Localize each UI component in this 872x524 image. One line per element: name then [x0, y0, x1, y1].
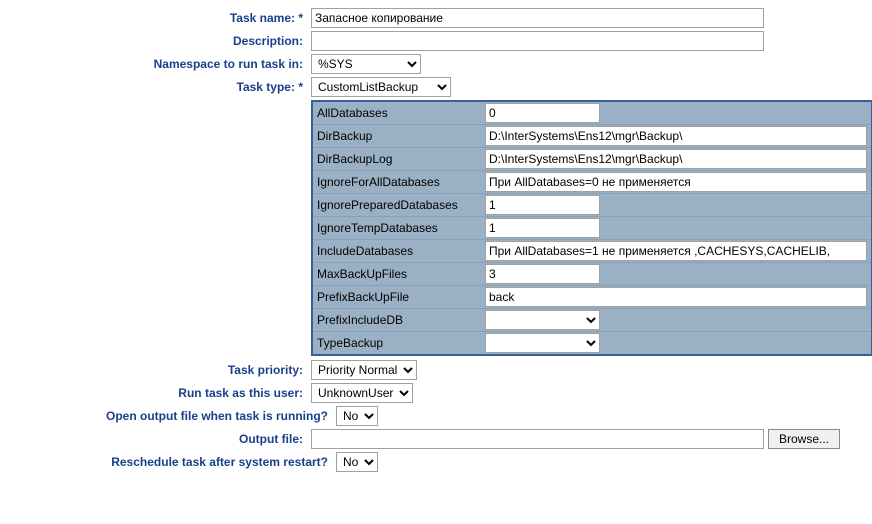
param-label-dirbackup: DirBackup [317, 129, 485, 143]
task-name-input[interactable] [311, 8, 764, 28]
param-label-dirbackuplog: DirBackupLog [317, 152, 485, 166]
task-type-label: Task type: * [8, 80, 311, 94]
param-input-prefixbackupfile[interactable] [485, 287, 867, 307]
param-input-dirbackup[interactable] [485, 126, 867, 146]
param-input-includedb[interactable] [485, 241, 867, 261]
param-label-alldatabases: AllDatabases [317, 106, 485, 120]
browse-button[interactable]: Browse... [768, 429, 840, 449]
reschedule-label: Reschedule task after system restart? [8, 455, 336, 469]
param-label-includedb: IncludeDatabases [317, 244, 485, 258]
run-as-user-label: Run task as this user: [8, 386, 311, 400]
param-label-ignoretempdb: IgnoreTempDatabases [317, 221, 485, 235]
output-file-input[interactable] [311, 429, 764, 449]
param-input-ignoretempdb[interactable] [485, 218, 600, 238]
param-input-dirbackuplog[interactable] [485, 149, 867, 169]
namespace-label: Namespace to run task in: [8, 57, 311, 71]
param-label-maxbackupfiles: MaxBackUpFiles [317, 267, 485, 281]
reschedule-select[interactable]: No [336, 452, 378, 472]
open-output-select[interactable]: No [336, 406, 378, 426]
task-priority-select[interactable]: Priority Normal [311, 360, 417, 380]
run-as-user-select[interactable]: UnknownUser [311, 383, 413, 403]
task-priority-label: Task priority: [8, 363, 311, 377]
output-file-label: Output file: [8, 432, 311, 446]
param-input-ignoreprepareddb[interactable] [485, 195, 600, 215]
param-label-ignoreprepareddb: IgnorePreparedDatabases [317, 198, 485, 212]
param-input-ignoreforalldb[interactable] [485, 172, 867, 192]
task-type-select[interactable]: CustomListBackup [311, 77, 451, 97]
description-label: Description: [8, 34, 311, 48]
param-input-alldatabases[interactable] [485, 103, 600, 123]
param-label-prefixincludedb: PrefixIncludeDB [317, 313, 485, 327]
namespace-select[interactable]: %SYS [311, 54, 421, 74]
param-label-prefixbackupfile: PrefixBackUpFile [317, 290, 485, 304]
param-select-prefixincludedb[interactable] [485, 310, 600, 330]
param-select-typebackup[interactable] [485, 333, 600, 353]
param-input-maxbackupfiles[interactable] [485, 264, 600, 284]
param-label-typebackup: TypeBackup [317, 336, 485, 350]
param-label-ignoreforalldb: IgnoreForAllDatabases [317, 175, 485, 189]
task-name-label: Task name: * [8, 11, 311, 25]
open-output-label: Open output file when task is running? [8, 409, 336, 423]
task-params-box: AllDatabases DirBackup DirBackupLog Igno… [311, 100, 872, 356]
description-input[interactable] [311, 31, 764, 51]
